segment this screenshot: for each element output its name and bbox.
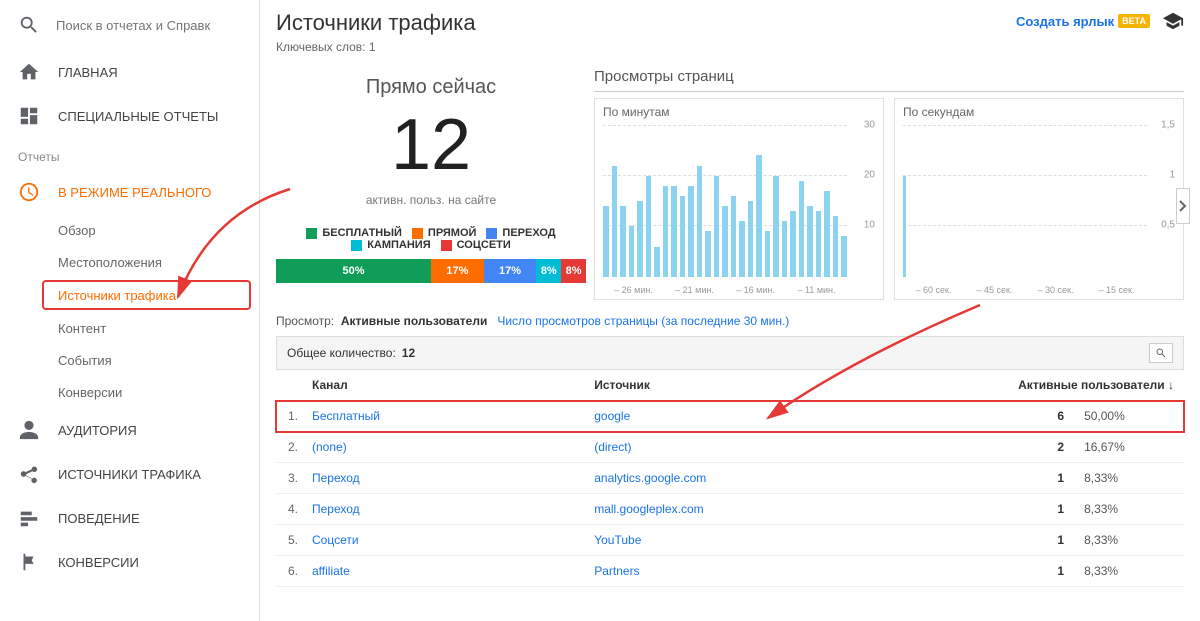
sources-table: Канал Источник Активные пользователи ↓ 1…: [276, 370, 1184, 587]
cell-pct: 8,33%: [1074, 556, 1184, 587]
dashboard-icon: [18, 105, 40, 127]
total-row: Общее количество:12: [276, 336, 1184, 370]
cell-pct: 8,33%: [1074, 525, 1184, 556]
share-icon: [18, 463, 40, 485]
cell-users: 1: [1008, 494, 1074, 525]
nav-behavior-label: ПОВЕДЕНИЕ: [58, 511, 241, 526]
table-row[interactable]: 4. Переход mall.googleplex.com 1 8,33%: [276, 494, 1184, 525]
right-now-block: Прямо сейчас 12 активн. польз. на сайте …: [276, 76, 586, 283]
nav-home[interactable]: ГЛАВНАЯ: [0, 50, 259, 94]
sidebar: ГЛАВНАЯ СПЕЦИАЛЬНЫЕ ОТЧЕТЫ Отчеты В РЕЖИ…: [0, 0, 260, 621]
nav-sub-traffic[interactable]: Источники трафика: [42, 280, 251, 310]
nav-audience[interactable]: АУДИТОРИЯ: [0, 408, 259, 452]
expand-chart-button[interactable]: [1176, 188, 1190, 224]
table-search-button[interactable]: [1149, 343, 1173, 363]
nav-sub-conversions[interactable]: Конверсии: [0, 376, 259, 408]
cell-channel[interactable]: Бесплатный: [302, 401, 584, 432]
cell-users: 1: [1008, 556, 1074, 587]
table-row[interactable]: 1. Бесплатный google 6 50,00%: [276, 401, 1184, 432]
view-toggle: Просмотр: Активные пользователи Число пр…: [276, 314, 1184, 328]
nav-custom-label: СПЕЦИАЛЬНЫЕ ОТЧЕТЫ: [58, 109, 241, 124]
view-active[interactable]: Активные пользователи: [341, 314, 488, 328]
legend: БЕСПЛАТНЫЙ ПРЯМОЙ ПЕРЕХОД КАМПАНИЯ СОЦСЕ…: [276, 227, 586, 251]
table-row[interactable]: 5. Соцсети YouTube 1 8,33%: [276, 525, 1184, 556]
th-users[interactable]: Активные пользователи ↓: [1008, 370, 1184, 401]
cell-source[interactable]: google: [584, 401, 1008, 432]
nav-sub-locations[interactable]: Местоположения: [0, 246, 259, 278]
nav-custom[interactable]: СПЕЦИАЛЬНЫЕ ОТЧЕТЫ: [0, 94, 259, 138]
nav-sub-events[interactable]: События: [0, 344, 259, 376]
cell-channel[interactable]: (none): [302, 432, 584, 463]
cell-channel[interactable]: Переход: [302, 494, 584, 525]
th-source[interactable]: Источник: [584, 370, 1008, 401]
nav-sub-overview[interactable]: Обзор: [0, 214, 259, 246]
page-title: Источники трафика: [276, 10, 476, 36]
search-icon: [1155, 347, 1167, 359]
flag-icon: [18, 551, 40, 573]
cell-users: 2: [1008, 432, 1074, 463]
chart-minutes: По минутам 102030– 26 мин.– 21 мин.– 16 …: [594, 98, 884, 300]
chart-seconds: По секундам 0,511,5– 60 сек.– 45 сек.– 3…: [894, 98, 1184, 300]
search-row[interactable]: [0, 0, 259, 50]
create-shortcut-link[interactable]: Создать ярлык: [1016, 14, 1114, 29]
cell-pct: 8,33%: [1074, 463, 1184, 494]
nav-conv-label: КОНВЕРСИИ: [58, 555, 241, 570]
nav-realtime-label: В РЕЖИМЕ РЕАЛЬНОГО: [58, 185, 241, 200]
cell-source[interactable]: YouTube: [584, 525, 1008, 556]
cell-channel[interactable]: Переход: [302, 463, 584, 494]
nav-realtime[interactable]: В РЕЖИМЕ РЕАЛЬНОГО: [0, 170, 259, 214]
segments-bar: 50% 17% 17% 8% 8%: [276, 259, 586, 283]
nav-acquisition[interactable]: ИСТОЧНИКИ ТРАФИКА: [0, 452, 259, 496]
cell-source[interactable]: Partners: [584, 556, 1008, 587]
cell-source[interactable]: analytics.google.com: [584, 463, 1008, 494]
charts-title: Просмотры страниц: [594, 68, 1184, 92]
table-row[interactable]: 3. Переход analytics.google.com 1 8,33%: [276, 463, 1184, 494]
cell-pct: 50,00%: [1074, 401, 1184, 432]
nav-sub-content[interactable]: Контент: [0, 312, 259, 344]
nav-home-label: ГЛАВНАЯ: [58, 65, 241, 80]
home-icon: [18, 61, 40, 83]
section-reports: Отчеты: [0, 138, 259, 170]
search-icon: [18, 14, 40, 36]
nav-acq-label: ИСТОЧНИКИ ТРАФИКА: [58, 467, 241, 482]
nav-behavior[interactable]: ПОВЕДЕНИЕ: [0, 496, 259, 540]
now-value: 12: [276, 109, 586, 181]
nav-conv[interactable]: КОНВЕРСИИ: [0, 540, 259, 584]
nav-audience-label: АУДИТОРИЯ: [58, 423, 241, 438]
search-input[interactable]: [56, 18, 216, 33]
cell-users: 1: [1008, 463, 1074, 494]
person-icon: [18, 419, 40, 441]
cell-source[interactable]: mall.googleplex.com: [584, 494, 1008, 525]
table-row[interactable]: 2. (none) (direct) 2 16,67%: [276, 432, 1184, 463]
clock-icon: [18, 181, 40, 203]
now-title: Прямо сейчас: [276, 76, 586, 99]
cell-channel[interactable]: affiliate: [302, 556, 584, 587]
th-channel[interactable]: Канал: [302, 370, 584, 401]
view-other[interactable]: Число просмотров страницы (за последние …: [497, 314, 789, 328]
chevron-right-icon: [1179, 200, 1187, 212]
behavior-icon: [18, 507, 40, 529]
page-subtitle: Ключевых слов: 1: [276, 40, 476, 54]
main: Источники трафика Ключевых слов: 1 Созда…: [260, 0, 1200, 621]
cell-pct: 8,33%: [1074, 494, 1184, 525]
cell-pct: 16,67%: [1074, 432, 1184, 463]
now-sub: активн. польз. на сайте: [276, 193, 586, 207]
beta-badge: BETA: [1118, 14, 1150, 28]
table-row[interactable]: 6. affiliate Partners 1 8,33%: [276, 556, 1184, 587]
cell-channel[interactable]: Соцсети: [302, 525, 584, 556]
cell-users: 6: [1008, 401, 1074, 432]
cell-users: 1: [1008, 525, 1074, 556]
grad-cap-icon[interactable]: [1162, 10, 1184, 32]
cell-source[interactable]: (direct): [584, 432, 1008, 463]
